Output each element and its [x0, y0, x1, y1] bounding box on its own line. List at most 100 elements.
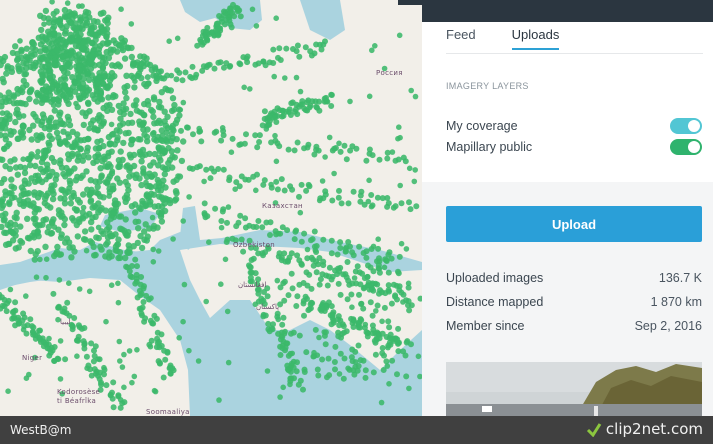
coverage-dot — [12, 245, 19, 252]
coverage-dot — [317, 276, 324, 283]
coverage-dot — [281, 187, 288, 194]
coverage-dot — [156, 359, 163, 366]
coverage-dot — [114, 241, 120, 248]
coverage-dot — [127, 110, 134, 118]
tab-uploads[interactable]: Uploads — [511, 27, 560, 50]
coverage-dot — [224, 236, 231, 243]
coverage-dot — [49, 168, 56, 176]
coverage-dot — [268, 181, 274, 188]
coverage-dot — [94, 18, 101, 25]
coverage-dot — [71, 248, 78, 255]
coverage-dot — [123, 191, 131, 199]
stat-label: Distance mapped — [446, 295, 544, 309]
coverage-dot — [143, 179, 149, 186]
coverage-dot — [7, 286, 14, 293]
tab-bar: Feed Uploads — [446, 27, 560, 50]
coverage-dot — [236, 141, 243, 148]
coverage-dot — [130, 151, 138, 159]
coverage-dot — [362, 321, 369, 328]
coverage-dot — [304, 255, 311, 262]
coverage-dot — [164, 113, 171, 121]
coverage-dot — [5, 388, 11, 395]
coverage-dot — [273, 178, 280, 185]
coverage-dot — [325, 273, 332, 280]
coverage-dot — [96, 61, 103, 68]
coverage-dot — [94, 127, 101, 134]
toggle-mapillary-public[interactable] — [670, 139, 702, 155]
coverage-dot — [296, 332, 303, 339]
coverage-dot — [14, 135, 21, 142]
coverage-dot — [147, 198, 154, 205]
coverage-dot — [116, 338, 123, 345]
coverage-dot — [288, 375, 295, 382]
coverage-dot — [289, 350, 296, 357]
coverage-dot — [294, 42, 301, 49]
coverage-dot — [47, 68, 54, 75]
coverage-dot — [88, 186, 95, 193]
coverage-dot — [31, 209, 38, 216]
map-canvas[interactable] — [0, 0, 422, 416]
coverage-dot — [141, 228, 148, 235]
coverage-dot — [211, 129, 218, 136]
coverage-dot — [40, 37, 47, 45]
layer-row-mapillary-public: Mapillary public — [446, 138, 702, 156]
coverage-dot — [116, 254, 124, 262]
coverage-dot — [385, 318, 392, 325]
coverage-dot — [111, 141, 119, 148]
upload-photo-thumbnail[interactable] — [446, 362, 702, 416]
coverage-dot — [62, 14, 68, 21]
coverage-dot — [281, 278, 288, 285]
coverage-dot — [46, 33, 53, 41]
coverage-dot — [353, 145, 360, 152]
coverage-dot — [225, 359, 232, 366]
coverage-dot — [379, 318, 385, 325]
coverage-dot — [343, 156, 350, 163]
coverage-dot — [123, 232, 130, 239]
toggle-my-coverage[interactable] — [670, 118, 702, 134]
coverage-dot — [77, 17, 84, 24]
coverage-dot — [274, 140, 281, 147]
coverage-dot — [96, 376, 103, 382]
coverage-dot — [12, 118, 19, 126]
coverage-dot — [230, 1, 236, 8]
coverage-dot — [153, 344, 160, 351]
coverage-dot — [168, 107, 176, 115]
coverage-dot — [103, 25, 111, 33]
map-label-cote-divoire: Kodorosèse ti Béafrîka — [57, 388, 101, 405]
coverage-dot — [5, 140, 13, 148]
coverage-dot — [172, 188, 180, 195]
tab-feed[interactable]: Feed — [446, 27, 476, 50]
coverage-dot — [296, 53, 303, 60]
coverage-dot — [376, 335, 383, 342]
coverage-dot — [347, 98, 353, 105]
username-label: WestB@m — [10, 423, 72, 437]
coverage-dot — [270, 46, 277, 53]
coverage-dot — [291, 236, 298, 243]
coverage-dot — [97, 10, 105, 17]
coverage-dot — [293, 74, 300, 81]
coverage-dot — [131, 84, 138, 91]
coverage-dot — [220, 166, 227, 173]
coverage-dot — [223, 16, 230, 23]
coverage-dot — [220, 132, 227, 139]
coverage-dot — [322, 154, 328, 160]
coverage-dot — [114, 61, 122, 68]
coverage-dot — [288, 270, 295, 277]
coverage-dot — [319, 178, 326, 184]
coverage-dot — [108, 121, 115, 128]
coverage-dot — [351, 318, 358, 325]
coverage-dot — [396, 124, 402, 130]
map-label-niger: Niger — [22, 354, 43, 362]
coverage-dot — [389, 357, 396, 364]
coverage-dot — [130, 162, 138, 170]
coverage-dot — [221, 64, 227, 71]
coverage-dot — [6, 199, 13, 206]
coverage-dot — [297, 88, 304, 95]
stat-label: Uploaded images — [446, 271, 544, 285]
coverage-dot — [109, 62, 116, 69]
coverage-dot — [98, 173, 105, 181]
coverage-dot — [170, 178, 177, 185]
upload-button[interactable]: Upload — [446, 206, 702, 242]
coverage-map[interactable]: Россия Казахстан Ozbekiston افغانستان پا… — [0, 0, 422, 416]
coverage-dot — [262, 249, 269, 256]
